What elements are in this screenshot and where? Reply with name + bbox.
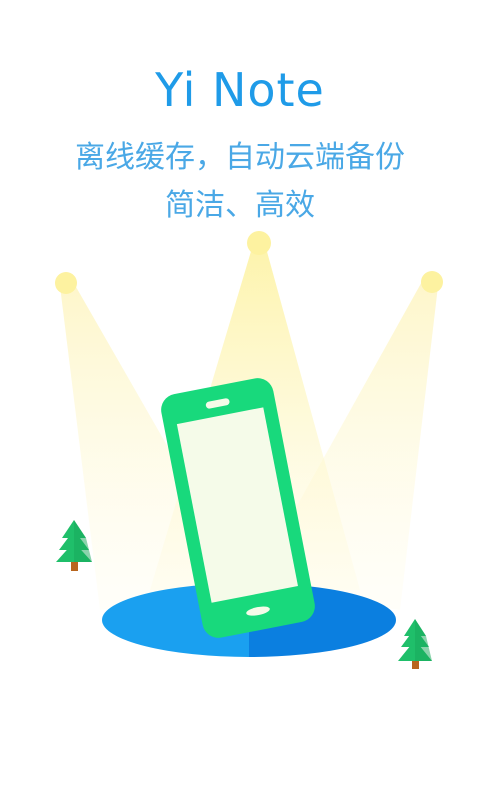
tagline-line-1: 离线缓存，自动云端备份 (75, 140, 405, 175)
app-title: Yi Note (155, 63, 325, 117)
splash-screen: Yi Note 离线缓存，自动云端备份 简洁、高效 (0, 0, 480, 800)
spotlight-right-icon (421, 271, 443, 293)
spotlight-left-icon (55, 272, 77, 294)
spotlight-center-icon (247, 231, 271, 255)
splash-illustration (55, 231, 443, 669)
tree-left-icon (56, 520, 92, 571)
tree-right-icon (398, 619, 432, 669)
